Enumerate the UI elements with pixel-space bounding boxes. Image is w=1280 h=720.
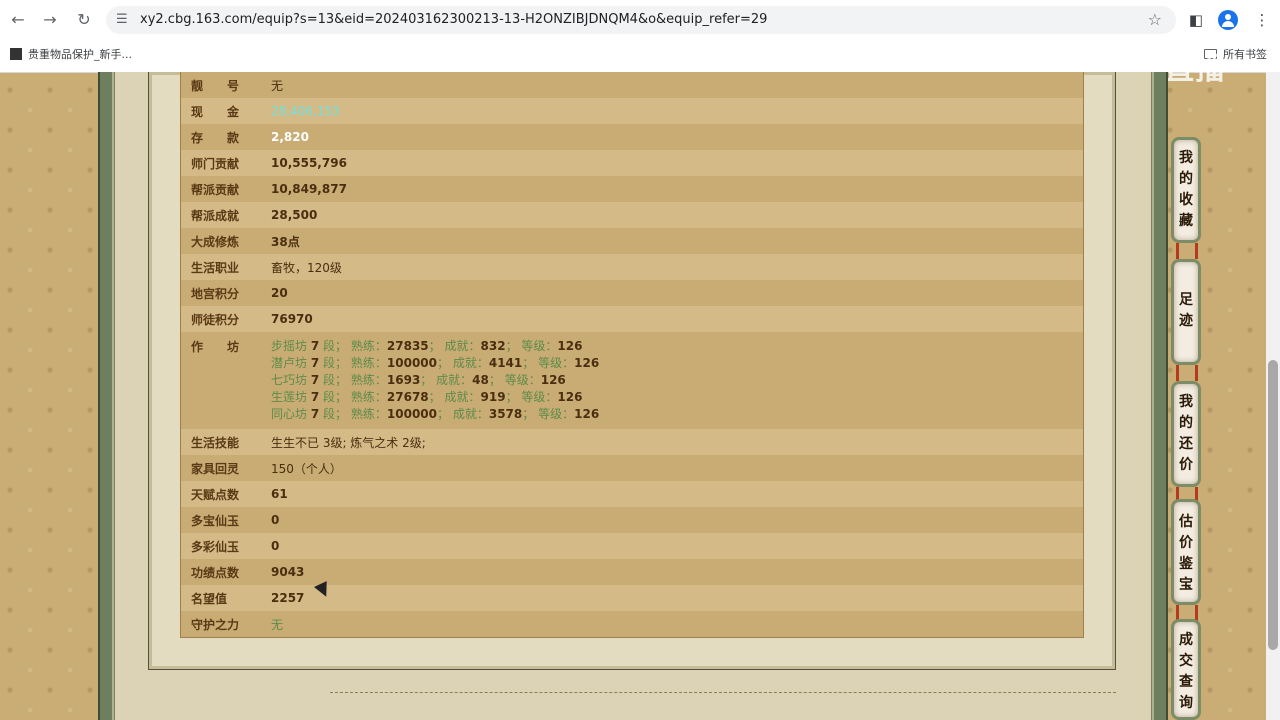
- row-value: 10,555,796: [261, 150, 1084, 176]
- tab-char: 估价鉴宝: [1179, 514, 1193, 593]
- appraisal-tab[interactable]: 估价鉴宝: [1171, 499, 1201, 605]
- tab-char: 我的收藏: [1179, 150, 1193, 229]
- scrollbar-thumb[interactable]: [1268, 360, 1278, 650]
- table-row: 帮派成就 28,500: [180, 202, 1084, 228]
- row-value: 0: [261, 533, 1084, 559]
- workshop-row: 作 坊 步摇坊 7 段； 熟练：27835； 成就：832； 等级：126 潜卢…: [180, 332, 1084, 429]
- row-label: 家具回灵: [180, 455, 261, 481]
- left-decorative-rail: [98, 72, 114, 720]
- row-value: 28,500: [261, 202, 1084, 228]
- tab-connector: [1176, 243, 1198, 259]
- row-value: 无: [261, 611, 1084, 638]
- history-tab[interactable]: 足迹: [1171, 259, 1201, 365]
- row-label: 名望值: [180, 585, 261, 611]
- row-value: 20: [261, 280, 1084, 306]
- table-row: 多宝仙玉 0: [180, 507, 1084, 533]
- tab-char: 我的还价: [1179, 394, 1193, 473]
- workshop-list: 步摇坊 7 段； 熟练：27835； 成就：832； 等级：126 潜卢坊 7 …: [261, 332, 1084, 429]
- table-row: 功绩点数 9043: [180, 559, 1084, 585]
- tab-connector: [1176, 365, 1198, 381]
- row-label: 生活技能: [180, 429, 261, 455]
- deposit-value: 2,820: [261, 124, 1084, 150]
- back-icon[interactable]: ←: [6, 8, 30, 32]
- row-label: 靓 号: [180, 72, 261, 98]
- all-bookmarks-label: 所有书签: [1223, 48, 1267, 61]
- table-row: 师门贡献 10,555,796: [180, 150, 1084, 176]
- site-settings-icon[interactable]: ☰: [116, 10, 128, 30]
- bookmark-label: 贵重物品保护_新手...: [28, 48, 132, 61]
- table-row: 生活职业 畜牧，120级: [180, 254, 1084, 280]
- workshop-line: 七巧坊 7 段； 熟练：1693； 成就：48； 等级：126: [271, 373, 566, 387]
- character-info-table: 靓 号无 现 金 28,406,153 存 款 2,820 师门贡献 10,555,7…: [180, 72, 1084, 638]
- table-row: 存 款 2,820: [180, 124, 1084, 150]
- row-label: 天赋点数: [180, 481, 261, 507]
- row-value: 生生不已 3级; 炼气之术 2级;: [261, 429, 1084, 455]
- browser-toolbar: ← → ↻ ☰ xy2.cbg.163.com/equip?s=13&eid=2…: [0, 0, 1280, 40]
- row-value: 0: [261, 507, 1084, 533]
- row-label: 帮派贡献: [180, 176, 261, 202]
- tab-char: 足迹: [1179, 292, 1193, 329]
- table-row: 守护之力无: [180, 611, 1084, 638]
- workshop-line: 同心坊 7 段； 熟练：100000； 成就：3578； 等级：126: [271, 407, 600, 421]
- table-row: 师徒积分 76970: [180, 306, 1084, 332]
- row-value: 畜牧，120级: [261, 254, 1084, 280]
- tab-char: 成交查询: [1179, 632, 1193, 711]
- table-row: 天赋点数 61: [180, 481, 1084, 507]
- row-value: 76970: [261, 306, 1084, 332]
- cash-value: 28,406,153: [261, 98, 1084, 124]
- table-row: 现 金 28,406,153: [180, 98, 1084, 124]
- row-value: 10,849,877: [261, 176, 1084, 202]
- table-row: 靓 号无: [180, 72, 1084, 98]
- workshop-line: 潜卢坊 7 段； 熟练：100000； 成就：4141； 等级：126: [271, 356, 600, 370]
- row-label: 地宫积分: [180, 280, 261, 306]
- row-label: 多彩仙玉: [180, 533, 261, 559]
- row-label: 多宝仙玉: [180, 507, 261, 533]
- address-bar[interactable]: ☰ xy2.cbg.163.com/equip?s=13&eid=2024031…: [106, 6, 1176, 34]
- bookmark-favicon-icon: [10, 48, 22, 60]
- row-value: 150（个人）: [261, 455, 1084, 481]
- table-row: 地宫积分 20: [180, 280, 1084, 306]
- star-icon[interactable]: ☆: [1148, 6, 1162, 34]
- table-row: 多彩仙玉 0: [180, 533, 1084, 559]
- side-panel-icon[interactable]: ◧: [1184, 8, 1208, 32]
- menu-icon[interactable]: ⋮: [1250, 8, 1274, 32]
- reload-icon[interactable]: ↻: [72, 8, 96, 32]
- right-decorative-rail: [1152, 72, 1168, 720]
- row-value: 61: [261, 481, 1084, 507]
- row-value: 9043: [261, 559, 1084, 585]
- row-label: 作 坊: [180, 332, 261, 429]
- row-label: 生活职业: [180, 254, 261, 280]
- table-row: 大成修炼 38点: [180, 228, 1084, 254]
- row-value: 2257: [261, 585, 1084, 611]
- row-label: 功绩点数: [180, 559, 261, 585]
- row-label: 现 金: [180, 98, 261, 124]
- table-row: 生活技能 生生不已 3级; 炼气之术 2级;: [180, 429, 1084, 455]
- workshop-line: 步摇坊 7 段； 熟练：27835； 成就：832； 等级：126: [271, 339, 583, 353]
- divider: [330, 692, 1116, 693]
- transaction-query-tab[interactable]: 成交查询: [1171, 619, 1201, 720]
- my-favorites-tab[interactable]: 我的收藏: [1171, 137, 1201, 243]
- row-label: 帮派成就: [180, 202, 261, 228]
- url-text[interactable]: xy2.cbg.163.com/equip?s=13&eid=202403162…: [140, 6, 767, 34]
- row-label: 大成修炼: [180, 228, 261, 254]
- row-label: 师门贡献: [180, 150, 261, 176]
- forward-icon[interactable]: →: [38, 8, 62, 32]
- table-row: 帮派贡献 10,849,877: [180, 176, 1084, 202]
- workshop-line: 生莲坊 7 段； 熟练：27678； 成就：919； 等级：126: [271, 390, 583, 404]
- row-label: 师徒积分: [180, 306, 261, 332]
- row-value: 无: [261, 72, 1084, 98]
- row-label: 存 款: [180, 124, 261, 150]
- bookmark-item[interactable]: 贵重物品保护_新手...: [10, 46, 132, 64]
- row-label: 守护之力: [180, 611, 261, 638]
- table-row: 家具回灵 150（个人）: [180, 455, 1084, 481]
- browser-chrome: ← → ↻ ☰ xy2.cbg.163.com/equip?s=13&eid=2…: [0, 0, 1280, 87]
- my-counteroffer-tab[interactable]: 我的还价: [1171, 381, 1201, 487]
- row-value: 38点: [261, 228, 1084, 254]
- profile-icon[interactable]: [1218, 10, 1238, 30]
